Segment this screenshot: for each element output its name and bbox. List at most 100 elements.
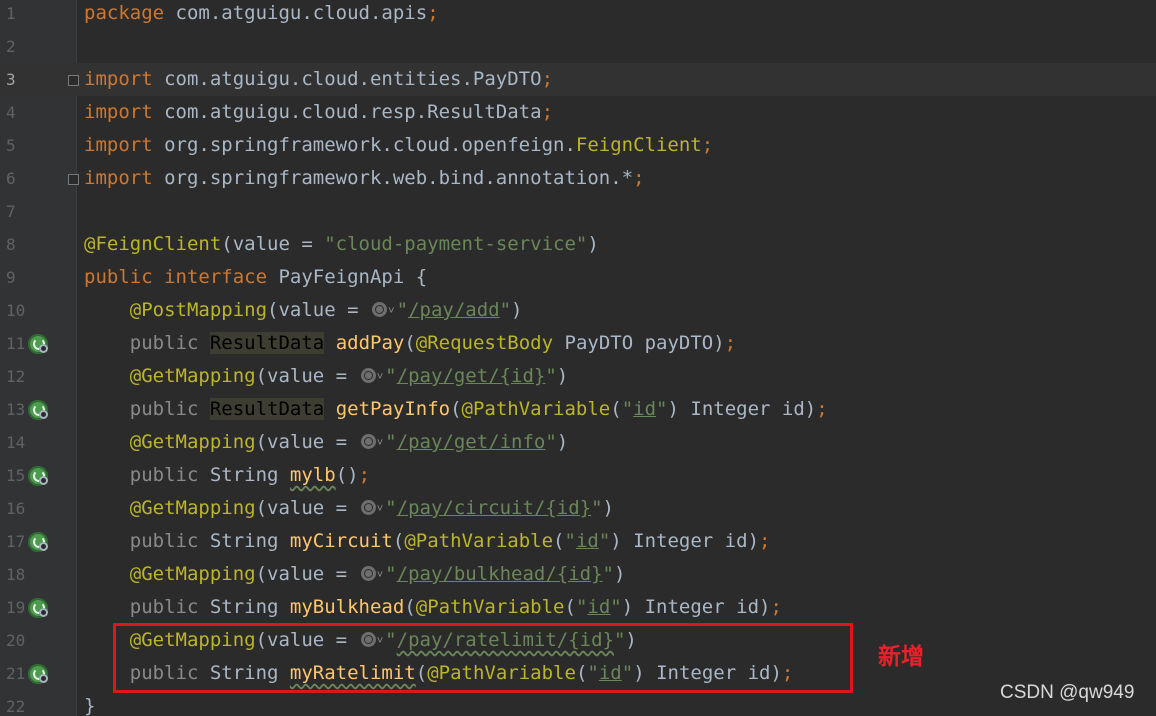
code-text: } [84, 690, 95, 716]
code-line[interactable]: 4 import com.atguigu.cloud.resp.ResultDat… [0, 96, 1156, 129]
code-line[interactable]: 8 @FeignClient(value = "cloud-payment-ser… [0, 228, 1156, 261]
chevron-down-icon[interactable]: ˅ [377, 492, 384, 525]
code-token: ; [759, 530, 771, 552]
code-line[interactable]: 16 @GetMapping(value = ˅ "/pay/circuit/{i… [0, 492, 1156, 525]
line-number: 13 [6, 400, 26, 419]
code-token: public [129, 530, 210, 552]
chevron-down-icon[interactable]: ˅ [377, 558, 384, 591]
code-line[interactable]: 10 @PostMapping(value = ˅ "/pay/add") [0, 294, 1156, 327]
code-token: (value = [255, 497, 359, 519]
line-number: 15 [6, 466, 26, 485]
code-token: (value = [255, 431, 359, 453]
code-line[interactable]: 9 public interface PayFeignApi { [0, 261, 1156, 294]
code-token: " [499, 299, 512, 321]
code-text: @GetMapping(value = ˅ "/pay/circuit/{id}"… [84, 492, 614, 525]
implemented-method-icon[interactable] [28, 334, 48, 354]
implemented-method-icon[interactable] [28, 400, 48, 420]
line-number: 14 [6, 433, 26, 452]
code-token: String [209, 596, 290, 618]
implemented-method-icon[interactable] [28, 466, 48, 486]
code-token: @GetMapping [129, 365, 256, 387]
code-line[interactable]: 7 [0, 195, 1156, 228]
line-number: 12 [6, 367, 26, 386]
code-line[interactable]: 18 @GetMapping(value = ˅ "/pay/bulkhead/{… [0, 558, 1156, 591]
annotation-label: 新增 [878, 644, 924, 670]
chevron-down-icon[interactable]: ˅ [377, 360, 384, 393]
code-token: @PathVariable [404, 530, 554, 552]
code-text: @GetMapping(value = ˅ "/pay/get/info") [84, 426, 568, 459]
code-token: myCircuit [289, 530, 393, 552]
code-text: @GetMapping(value = ˅ "/pay/bulkhead/{id}… [84, 558, 626, 591]
code-token: getPayInfo [335, 398, 451, 420]
code-token: public [129, 596, 210, 618]
implemented-method-icon[interactable] [28, 664, 48, 684]
web-endpoint-icon[interactable] [372, 302, 387, 317]
web-endpoint-icon[interactable] [360, 368, 376, 383]
code-token: ; [724, 332, 737, 354]
code-token: ; [358, 464, 371, 486]
code-line[interactable]: 14 @GetMapping(value = ˅ "/pay/get/info") [0, 426, 1156, 459]
code-line[interactable]: 17 public String myCircuit(@PathVariable… [0, 525, 1156, 558]
fold-marker-icon[interactable] [68, 75, 79, 86]
code-token: org.springframework.cloud.openfeign. [164, 134, 576, 156]
code-line[interactable]: 19 public String myBulkhead(@PathVariabl… [0, 591, 1156, 624]
code-line[interactable]: 13 public ResultData getPayInfo(@PathVar… [0, 393, 1156, 426]
code-token: id [587, 596, 611, 618]
web-endpoint-icon[interactable] [360, 434, 376, 449]
code-token: ( [610, 398, 622, 420]
code-token: /pay/circuit/{id} [396, 497, 592, 519]
code-token: " [385, 431, 397, 453]
code-token: import [84, 167, 165, 189]
code-token: import [84, 68, 165, 90]
code-token: ( [553, 530, 565, 552]
line-number: 1 [6, 4, 16, 23]
web-endpoint-icon[interactable] [360, 566, 376, 581]
code-token: " [564, 530, 576, 552]
code-token: (value = [221, 233, 325, 255]
code-line[interactable]: 22} [0, 690, 1156, 716]
fold-marker-icon[interactable] [68, 174, 79, 185]
code-line[interactable]: 3 import com.atguigu.cloud.entities.PayDT… [0, 63, 1156, 96]
web-endpoint-icon[interactable] [360, 500, 376, 515]
code-line[interactable]: 11 public ResultData addPay(@RequestBody… [0, 327, 1156, 360]
code-text: public String myBulkhead(@PathVariable("… [84, 591, 782, 624]
line-number: 20 [6, 631, 26, 650]
code-token: " [545, 431, 557, 453]
code-token: () [335, 464, 359, 486]
chevron-down-icon[interactable]: ˅ [388, 294, 395, 327]
code-token: ; [633, 167, 645, 189]
chevron-down-icon[interactable]: ˅ [377, 426, 384, 459]
line-number: 3 [6, 70, 16, 89]
code-token: ) [613, 563, 626, 585]
code-line[interactable]: 15 public String mylb(); [0, 459, 1156, 492]
code-token: ; [770, 596, 782, 618]
code-token: myBulkhead [289, 596, 405, 618]
implemented-method-icon[interactable] [28, 598, 48, 618]
code-token: ) [587, 233, 599, 255]
code-line[interactable]: 2 [0, 30, 1156, 63]
line-number: 2 [6, 37, 16, 56]
code-line[interactable]: 12 @GetMapping(value = ˅ "/pay/get/{id}") [0, 360, 1156, 393]
code-token: ; [541, 68, 554, 90]
line-number: 9 [6, 268, 16, 287]
code-token: public [129, 464, 210, 486]
code-token: " [621, 398, 634, 420]
code-line[interactable]: 1 package com.atguigu.cloud.apis; [0, 0, 1156, 30]
code-token: package [84, 2, 176, 24]
line-number: 6 [6, 169, 16, 188]
code-line[interactable]: 5 import org.springframework.cloud.openfe… [0, 129, 1156, 162]
code-line[interactable]: 6 import org.springframework.web.bind.ann… [0, 162, 1156, 195]
code-token: public interface [84, 266, 279, 288]
code-token: ( [564, 596, 576, 618]
code-token: " [610, 596, 622, 618]
implemented-method-icon[interactable] [28, 532, 48, 552]
code-token: /pay/get/{id} [396, 365, 546, 387]
code-text: @GetMapping(value = ˅ "/pay/get/{id}") [84, 360, 568, 393]
code-token: " [591, 497, 603, 519]
line-number: 19 [6, 598, 26, 617]
line-number: 10 [6, 301, 26, 320]
